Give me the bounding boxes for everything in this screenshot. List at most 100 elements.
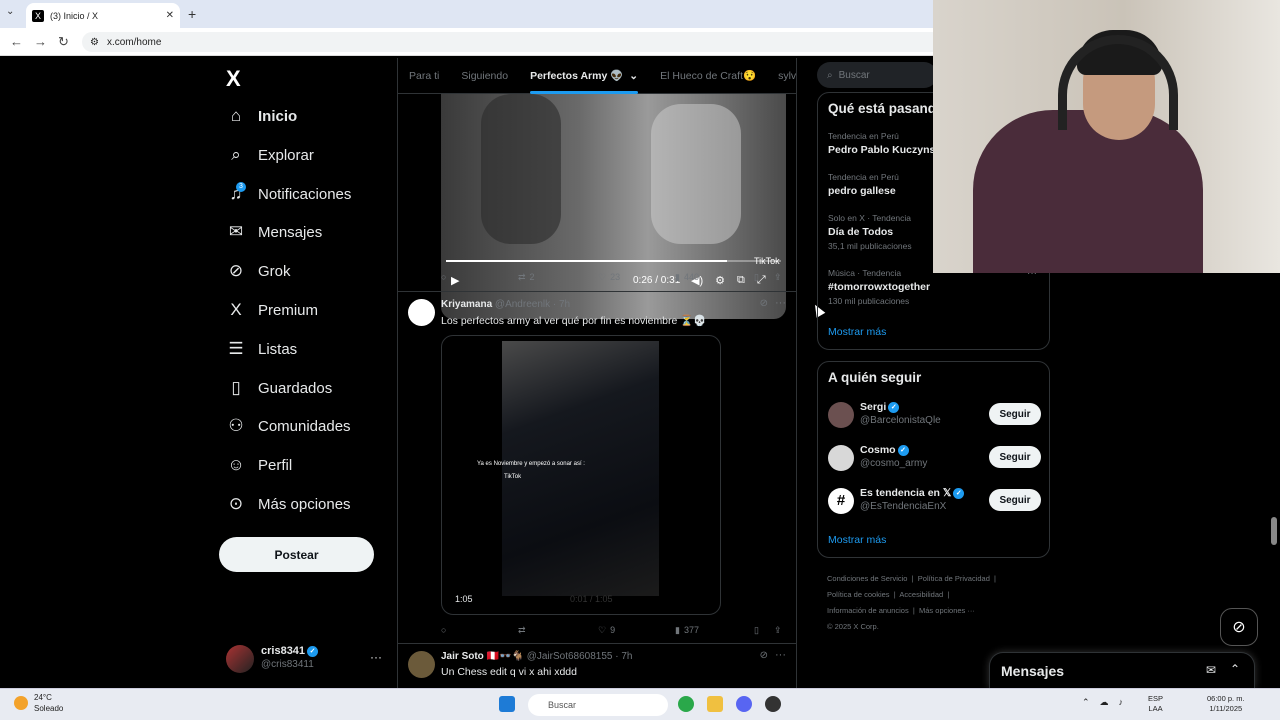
- weather-widget[interactable]: 24°C Soleado: [14, 693, 63, 713]
- tab-label: Perfectos Army 👽: [530, 70, 624, 82]
- views-button[interactable]: ▮ 377: [675, 625, 699, 636]
- nav-item-inicio[interactable]: ⌂ Inicio: [226, 101, 297, 131]
- nav-item-listas[interactable]: ☰ Listas: [226, 334, 297, 364]
- author-name[interactable]: Jair Soto 🇵🇪👓🐐: [441, 651, 524, 662]
- file-explorer-icon[interactable]: [707, 696, 723, 712]
- trend-item[interactable]: Tendencia en Perú Pedro Pablo Kuczynski: [828, 131, 944, 156]
- footer-link[interactable]: Accesibilidad: [899, 590, 943, 599]
- microphone-icon[interactable]: ♪: [1119, 697, 1124, 708]
- grok-button[interactable]: ⊘: [1220, 608, 1258, 646]
- like-button[interactable]: ♡ 23: [598, 272, 620, 283]
- tweet[interactable]: Kriyamana @Andreenlk · 7h ⊘ ··· Los perf…: [398, 292, 796, 642]
- nav-item-explorar[interactable]: ⌕ Explorar: [226, 140, 314, 170]
- tweet[interactable]: Jair Soto 🇵🇪👓🐐 @JairSot68608155 · 7h ⊘ ·…: [398, 643, 796, 688]
- scrollbar[interactable]: [1271, 517, 1277, 545]
- tab-search-icon[interactable]: ⌄: [6, 6, 14, 17]
- trend-item[interactable]: Tendencia en Perú pedro gallese: [828, 172, 899, 197]
- follow-button[interactable]: Seguir: [989, 403, 1041, 425]
- footer-link[interactable]: Política de Privacidad: [918, 574, 990, 583]
- tab-sylvili[interactable]: sylvili: [767, 58, 796, 94]
- repost-button[interactable]: ⇄: [518, 625, 530, 636]
- tweet-text: Un Chess edit q vi x ahi xddd: [441, 666, 577, 678]
- video-player[interactable]: Ya es Noviembre y empezó a sonar así : T…: [441, 335, 721, 615]
- author-name[interactable]: Kriyamana: [441, 299, 492, 310]
- reply-button[interactable]: ○: [441, 625, 450, 635]
- grok-icon[interactable]: ⊘: [760, 650, 768, 661]
- bookmark-button[interactable]: ▯: [754, 625, 759, 636]
- share-button[interactable]: ⇪: [774, 625, 782, 636]
- messages-drawer[interactable]: Mensajes ✉ ⌃: [989, 652, 1255, 688]
- tab-para-ti[interactable]: Para ti: [398, 58, 450, 94]
- grok-icon[interactable]: ⊘: [760, 298, 768, 309]
- x-logo[interactable]: X: [226, 66, 241, 92]
- tab-el-hueco-de-craft[interactable]: El Hueco de Craft😯: [649, 58, 767, 94]
- chrome-icon[interactable]: [678, 696, 694, 712]
- trend-item[interactable]: Música · Tendencia #tomorrowxtogether 13…: [828, 268, 930, 306]
- language-indicator[interactable]: ESP LAA: [1148, 694, 1163, 714]
- follow-button[interactable]: Seguir: [989, 489, 1041, 511]
- bookmark-button[interactable]: ▯: [754, 272, 759, 283]
- nav-item-perfil[interactable]: ☺ Perfil: [226, 450, 292, 480]
- trend-category: Música · Tendencia: [828, 268, 902, 278]
- more-icon[interactable]: ···: [370, 650, 382, 664]
- clock-date: 1/11/2025: [1209, 704, 1243, 713]
- nav-item-grok[interactable]: ⊘ Grok: [226, 256, 291, 286]
- site-info-icon[interactable]: ⚙: [90, 37, 99, 48]
- footer-link[interactable]: Condiciones de Servicio: [827, 574, 907, 583]
- trend-item[interactable]: Solo en X · Tendencia Día de Todos 35,1 …: [828, 213, 912, 251]
- footer-link[interactable]: Más opciones ···: [919, 606, 975, 615]
- expand-icon[interactable]: ⌃: [1230, 662, 1240, 676]
- system-tray: ⌃ ☁ ♪: [1082, 697, 1123, 708]
- close-tab-icon[interactable]: ✕: [166, 10, 174, 21]
- forward-icon[interactable]: →: [34, 34, 47, 49]
- new-message-icon[interactable]: ✉: [1206, 663, 1216, 677]
- discord-icon[interactable]: [736, 696, 752, 712]
- views-button[interactable]: ▮ 440: [675, 272, 699, 283]
- app-icon[interactable]: [765, 696, 781, 712]
- nav-item-guardados[interactable]: ▯ Guardados: [226, 373, 332, 403]
- reply-button[interactable]: ○: [441, 272, 450, 282]
- nav-item-mas-opciones[interactable]: ⊙ Más opciones: [226, 489, 351, 519]
- reload-icon[interactable]: ↻: [58, 34, 69, 50]
- new-tab-icon[interactable]: +: [188, 6, 196, 22]
- follow-suggestion[interactable]: Sergi ✓ @BarcelonistaQle Seguir: [828, 400, 1041, 434]
- video-player[interactable]: ▶ 0:26 / 0:31 ◀) ⚙ ⧉ ⤢ TikTok: [441, 94, 786, 319]
- share-button[interactable]: ⇪: [774, 272, 782, 283]
- nav-item-premium[interactable]: X Premium: [226, 295, 318, 325]
- url-field[interactable]: ⚙ x.com/home: [82, 32, 942, 52]
- suggestion-name: Es tendencia en 𝕏: [860, 487, 952, 499]
- show-more-link[interactable]: Mostrar más: [828, 534, 886, 546]
- video-progress-bar[interactable]: [446, 260, 781, 262]
- trends-title: Qué está pasando: [828, 101, 945, 116]
- account-switcher[interactable]: cris8341 ✓ @cris83411 ···: [226, 642, 386, 676]
- windows-start-icon[interactable]: [499, 696, 515, 712]
- footer-row: Condiciones de Servicio | Política de Pr…: [827, 574, 997, 583]
- cloud-icon[interactable]: ☁: [1100, 697, 1109, 708]
- nav-item-comunidades[interactable]: ⚇ Comunidades: [226, 411, 350, 441]
- nav-item-mensajes[interactable]: ✉ Mensajes: [226, 217, 322, 247]
- tab-siguiendo[interactable]: Siguiendo: [450, 58, 519, 94]
- post-button[interactable]: Postear: [219, 537, 374, 572]
- browser-tab[interactable]: X (3) Inicio / X ✕: [26, 3, 180, 28]
- repost-button[interactable]: ⇄ 2: [518, 272, 535, 283]
- show-more-link[interactable]: Mostrar más: [828, 326, 886, 338]
- follow-suggestion[interactable]: Cosmo ✓ @cosmo_army Seguir: [828, 443, 1041, 477]
- more-icon[interactable]: ···: [775, 649, 786, 661]
- suggestion-name-row: Sergi ✓: [860, 401, 900, 413]
- follow-suggestion[interactable]: # Es tendencia en 𝕏 ✓ @EsTendenciaEnX Seg…: [828, 486, 1041, 520]
- avatar[interactable]: [408, 299, 435, 326]
- chevron-up-icon[interactable]: ⌃: [1082, 697, 1090, 708]
- footer-link[interactable]: Política de cookies: [827, 590, 890, 599]
- tab-perfectos-army[interactable]: Perfectos Army 👽 ⌄: [519, 58, 649, 94]
- taskbar-search[interactable]: Buscar: [528, 694, 668, 716]
- follow-button[interactable]: Seguir: [989, 446, 1041, 468]
- avatar[interactable]: [408, 651, 435, 678]
- footer: Condiciones de Servicio | Política de Pr…: [827, 571, 1057, 635]
- clock[interactable]: 06:00 p. m. 1/11/2025: [1207, 694, 1245, 714]
- webcam-overlay: [933, 0, 1280, 273]
- like-button[interactable]: ♡ 9: [598, 625, 615, 636]
- more-icon[interactable]: ···: [775, 297, 786, 309]
- back-icon[interactable]: ←: [10, 34, 23, 49]
- footer-link[interactable]: Información de anuncios: [827, 606, 909, 615]
- search-input[interactable]: ⌕ Buscar: [817, 62, 937, 88]
